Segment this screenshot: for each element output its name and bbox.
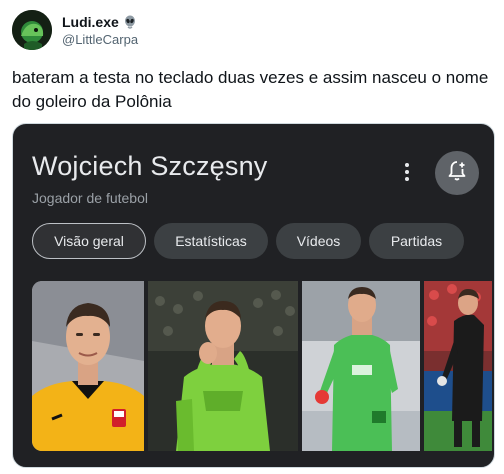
panel-subtitle: Jogador de futebol — [32, 190, 148, 206]
tab-partidas[interactable]: Partidas — [369, 223, 464, 259]
more-vert-icon[interactable] — [397, 160, 417, 184]
tweet-header: Ludi.exe @LittleCarpa — [12, 8, 138, 52]
add-notification-icon — [445, 159, 469, 188]
panel-tabs: Visão geral Estatísticas Vídeos Partidas — [32, 223, 464, 259]
tab-visao-geral[interactable]: Visão geral — [32, 223, 146, 259]
follow-button[interactable] — [435, 151, 479, 195]
avatar[interactable] — [12, 10, 52, 50]
panel-title: Wojciech Szczęsny — [32, 151, 268, 181]
player-image-stadium[interactable] — [302, 281, 420, 451]
tweet-text: bateram a testa no teclado duas vezes e … — [12, 68, 489, 111]
player-image-match[interactable] — [424, 281, 492, 451]
author-name[interactable]: Ludi.exe — [62, 14, 119, 30]
player-image-portrait[interactable] — [32, 281, 144, 451]
author-handle[interactable]: @LittleCarpa — [62, 32, 138, 47]
player-image-clapping[interactable] — [148, 281, 298, 451]
tab-estatisticas[interactable]: Estatísticas — [154, 223, 268, 259]
tab-videos[interactable]: Vídeos — [276, 223, 361, 259]
knowledge-panel-card[interactable]: Wojciech Szczęsny Jogador de futebol Vis… — [12, 123, 495, 468]
image-strip — [32, 281, 492, 451]
alien-icon — [123, 15, 137, 29]
